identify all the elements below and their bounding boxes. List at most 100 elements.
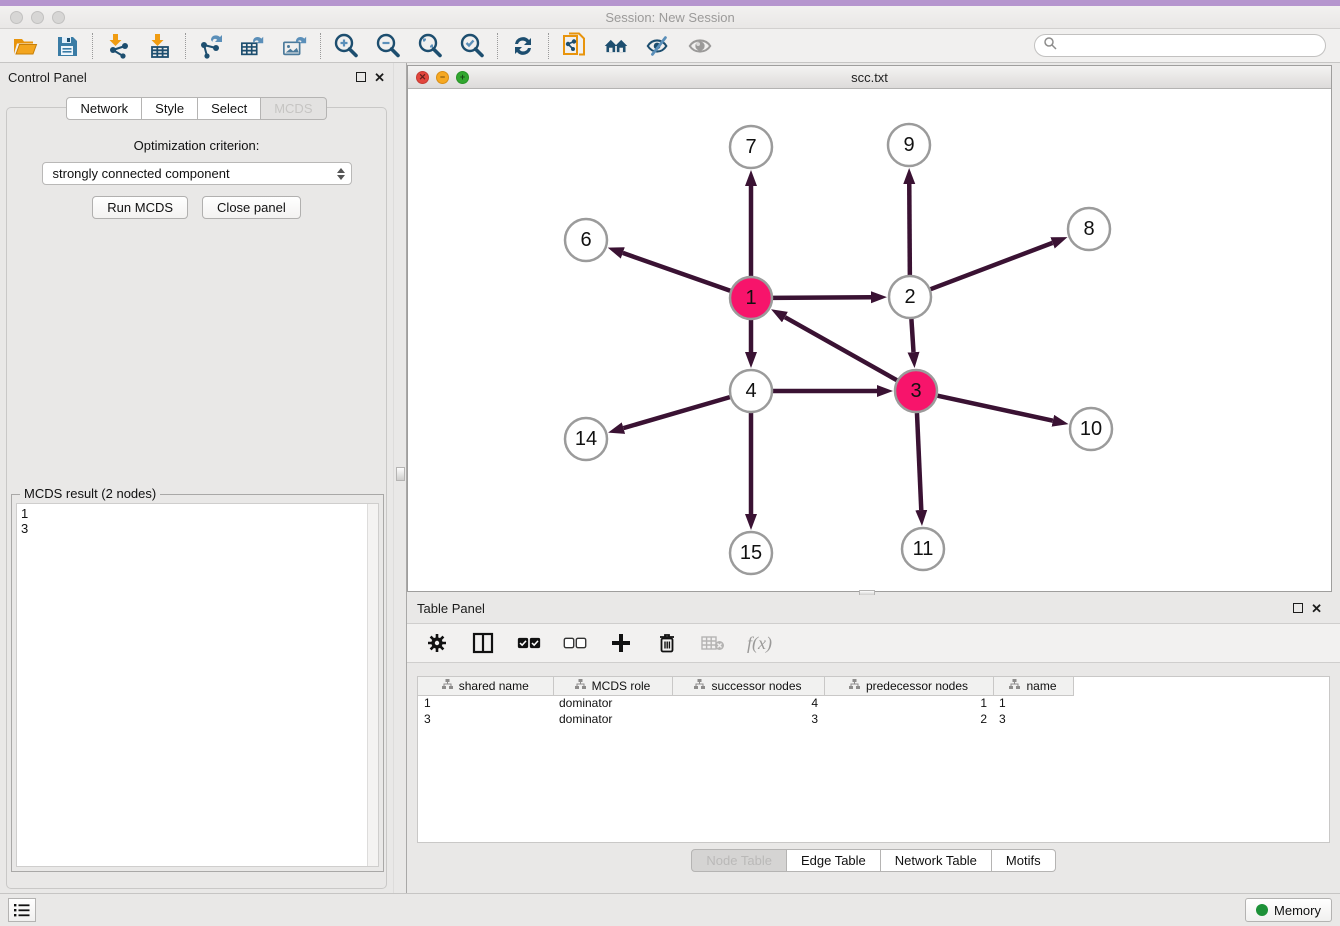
graph-node-label: 10 xyxy=(1080,418,1102,440)
status-bar: Memory xyxy=(0,893,1340,926)
tab-node-table[interactable]: Node Table xyxy=(691,849,787,872)
table-cell[interactable]: 3 xyxy=(993,711,1073,727)
zoom-selected-icon[interactable] xyxy=(459,33,485,59)
tab-motifs[interactable]: Motifs xyxy=(992,849,1056,872)
network-canvas[interactable]: 7968124314101511 xyxy=(408,89,1331,591)
application-window: Session: New Session xyxy=(0,0,1340,926)
memory-status-icon xyxy=(1256,904,1268,916)
mcds-result-text[interactable]: 1 3 xyxy=(17,504,367,866)
export-image-icon[interactable] xyxy=(282,33,308,59)
column-layout-icon[interactable] xyxy=(471,631,495,655)
graph-edge-1-2[interactable] xyxy=(773,297,871,298)
close-panel-icon[interactable]: ✕ xyxy=(374,71,385,84)
float-panel-icon[interactable] xyxy=(356,72,366,82)
delete-row-icon[interactable] xyxy=(655,631,679,655)
network-window[interactable]: ✕ − + scc.txt 7968124314101511 xyxy=(407,65,1332,592)
table-cell[interactable]: dominator xyxy=(553,711,672,727)
column-type-icon xyxy=(1009,679,1020,693)
table-cell[interactable]: 1 xyxy=(993,695,1073,711)
tab-select[interactable]: Select xyxy=(198,97,261,120)
splitter-grip[interactable] xyxy=(396,467,405,481)
import-table-icon[interactable] xyxy=(147,33,173,59)
table-row[interactable]: 1dominator411 xyxy=(418,695,1073,711)
import-network-icon[interactable] xyxy=(105,33,131,59)
column-header-successor-nodes[interactable]: successor nodes xyxy=(672,677,824,695)
tab-network[interactable]: Network xyxy=(66,97,142,120)
graph-node-label: 14 xyxy=(575,428,597,450)
table-row[interactable]: 3dominator323 xyxy=(418,711,1073,727)
select-all-icon[interactable] xyxy=(517,631,541,655)
network-graph[interactable]: 7968124314101511 xyxy=(408,89,1331,591)
network-minimize-icon[interactable]: − xyxy=(436,71,449,84)
zoom-out-icon[interactable] xyxy=(375,33,401,59)
graph-edge-2-3[interactable] xyxy=(911,319,913,352)
first-neighbors-icon[interactable] xyxy=(603,33,629,59)
zoom-fit-icon[interactable] xyxy=(417,33,443,59)
memory-button[interactable]: Memory xyxy=(1245,898,1332,922)
result-scrollbar[interactable] xyxy=(367,504,378,866)
graph-edge-2-8[interactable] xyxy=(931,243,1053,289)
panel-splitter[interactable] xyxy=(393,63,407,893)
memory-label: Memory xyxy=(1274,903,1321,918)
graph-edge-1-6[interactable] xyxy=(623,253,730,291)
graph-node-label: 7 xyxy=(745,136,756,158)
main-toolbar xyxy=(0,29,1340,63)
table-cell[interactable]: 3 xyxy=(672,711,824,727)
search-input[interactable] xyxy=(1057,39,1317,53)
run-mcds-button[interactable]: Run MCDS xyxy=(92,196,188,219)
duplicate-network-icon[interactable] xyxy=(561,33,587,59)
graph-edge-3-11[interactable] xyxy=(917,413,921,510)
task-history-button[interactable] xyxy=(8,898,36,922)
table-cell[interactable]: 2 xyxy=(824,711,993,727)
graph-edge-3-10[interactable] xyxy=(937,396,1052,421)
settings-icon[interactable] xyxy=(425,631,449,655)
table-cell[interactable]: 1 xyxy=(824,695,993,711)
mcds-result-title: MCDS result (2 nodes) xyxy=(20,486,160,501)
search-box[interactable] xyxy=(1034,34,1326,57)
graph-edge-2-9[interactable] xyxy=(909,184,910,275)
maximize-window-icon[interactable] xyxy=(52,11,65,24)
network-window-titlebar[interactable]: ✕ − + scc.txt xyxy=(408,66,1331,89)
network-maximize-icon[interactable]: + xyxy=(456,71,469,84)
graph-node-label: 4 xyxy=(745,380,756,402)
column-header-name[interactable]: name xyxy=(993,677,1073,695)
node-table[interactable]: shared nameMCDS rolesuccessor nodesprede… xyxy=(417,676,1330,843)
add-row-icon[interactable] xyxy=(609,631,633,655)
tab-edge-table[interactable]: Edge Table xyxy=(787,849,881,872)
optimization-select[interactable]: strongly connected component xyxy=(42,162,352,185)
refresh-layout-icon[interactable] xyxy=(510,33,536,59)
table-panel: Table Panel ✕ xyxy=(407,595,1340,890)
close-window-icon[interactable] xyxy=(10,11,23,24)
show-all-icon[interactable] xyxy=(687,33,713,59)
graph-edge-4-14[interactable] xyxy=(623,397,729,428)
graph-node-label: 6 xyxy=(580,229,591,251)
control-panel: Control Panel ✕ NetworkStyleSelectMCDS O… xyxy=(0,63,393,893)
graph-node-label: 9 xyxy=(903,134,914,156)
tab-style[interactable]: Style xyxy=(142,97,198,120)
export-network-icon[interactable] xyxy=(198,33,224,59)
graph-edge-3-1[interactable] xyxy=(785,317,897,380)
save-session-icon[interactable] xyxy=(54,33,80,59)
open-session-icon[interactable] xyxy=(12,33,38,59)
table-cell[interactable]: dominator xyxy=(553,695,672,711)
zoom-in-icon[interactable] xyxy=(333,33,359,59)
network-close-icon[interactable]: ✕ xyxy=(416,71,429,84)
float-table-panel-icon[interactable] xyxy=(1293,603,1303,613)
hide-selected-icon[interactable] xyxy=(645,33,671,59)
graph-node-label: 2 xyxy=(904,286,915,308)
table-cell[interactable]: 1 xyxy=(418,695,553,711)
column-type-icon xyxy=(442,679,453,693)
table-cell[interactable]: 4 xyxy=(672,695,824,711)
close-panel-button[interactable]: Close panel xyxy=(202,196,301,219)
export-table-icon[interactable] xyxy=(240,33,266,59)
table-toolbar: f(x) xyxy=(407,623,1340,663)
tab-mcds[interactable]: MCDS xyxy=(261,97,326,120)
minimize-window-icon[interactable] xyxy=(31,11,44,24)
tab-network-table[interactable]: Network Table xyxy=(881,849,992,872)
table-cell[interactable]: 3 xyxy=(418,711,553,727)
close-table-panel-icon[interactable]: ✕ xyxy=(1311,602,1322,615)
column-header-predecessor-nodes[interactable]: predecessor nodes xyxy=(824,677,993,695)
column-header-shared-name[interactable]: shared name xyxy=(418,677,553,695)
deselect-all-icon[interactable] xyxy=(563,631,587,655)
column-header-MCDS-role[interactable]: MCDS role xyxy=(553,677,672,695)
